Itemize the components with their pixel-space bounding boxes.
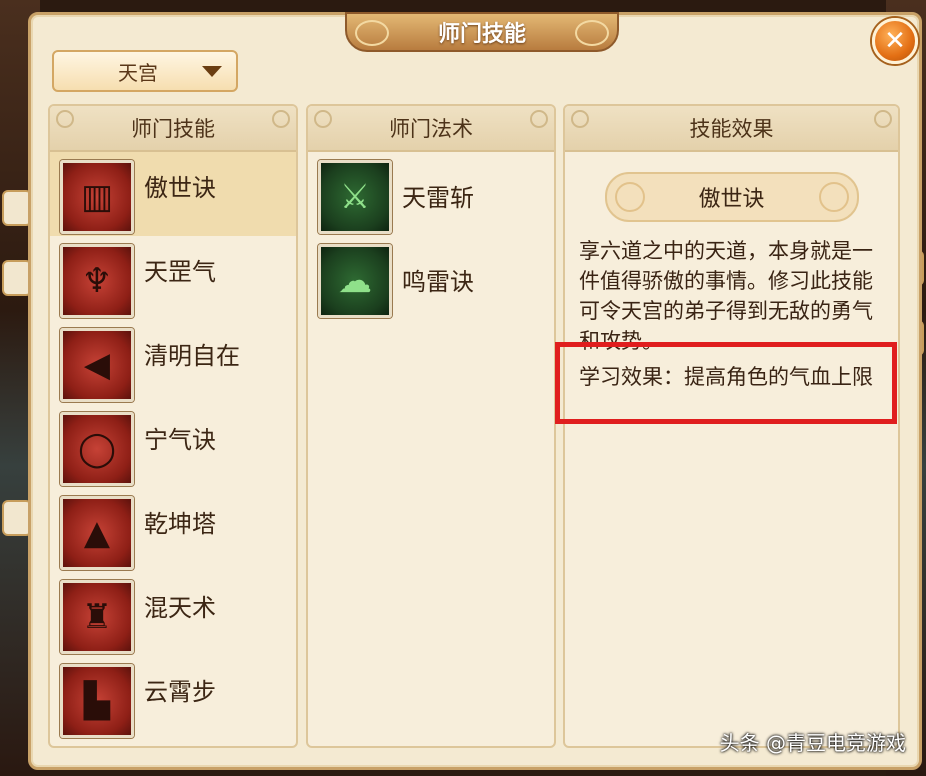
skill-item[interactable]: ▲ 乾坤塔 xyxy=(50,488,296,572)
spells-list: ⚔ 天雷斩 ☁ 鸣雷诀 xyxy=(308,152,554,320)
spells-panel-header: 师门法术 xyxy=(308,106,554,152)
skill-name: 宁气诀 xyxy=(144,426,216,454)
effect-skill-name: 傲世诀 xyxy=(604,172,859,222)
effect-description: 享六道之中的天道，本身就是一件值得骄傲的事情。修习此技能可令天宫的弟子得到无敌的… xyxy=(579,239,873,353)
skill-item[interactable]: ♜ 混天术 xyxy=(50,572,296,656)
thunder-blade-icon: ⚔ xyxy=(318,160,392,234)
skill-item[interactable]: ▙ 云霄步 xyxy=(50,656,296,740)
skill-name: 混天术 xyxy=(144,594,216,622)
close-icon: ✕ xyxy=(884,26,906,56)
spell-name: 鸣雷诀 xyxy=(402,268,474,296)
skill-item[interactable]: ♆ 天罡气 xyxy=(50,236,296,320)
school-dropdown[interactable]: 天宫 xyxy=(52,50,238,92)
pagoda-icon: ▲ xyxy=(60,496,134,570)
skill-item[interactable]: ◀ 清明自在 xyxy=(50,320,296,404)
spells-panel: 师门法术 ⚔ 天雷斩 ☁ 鸣雷诀 xyxy=(306,104,556,748)
skill-item[interactable]: ▥ 傲世诀 xyxy=(50,152,296,236)
orb-icon: ◯ xyxy=(60,412,134,486)
skill-name: 傲世诀 xyxy=(144,174,216,202)
window-title: 师门技能 xyxy=(345,12,619,52)
school-dropdown-value: 天宫 xyxy=(118,60,158,85)
scroll-icon: ▥ xyxy=(60,160,134,234)
effect-panel-header: 技能效果 xyxy=(565,106,898,152)
spell-item[interactable]: ⚔ 天雷斩 xyxy=(308,152,554,236)
spell-item[interactable]: ☁ 鸣雷诀 xyxy=(308,236,554,320)
skill-name: 天罡气 xyxy=(144,258,216,286)
watermark: 头条 @青豆电竞游戏 xyxy=(719,731,906,755)
skill-name: 云霄步 xyxy=(144,678,216,706)
skills-panel: 师门技能 ▥ 傲世诀 ♆ 天罡气 ◀ 清明自在 ◯ 宁气诀 ▲ 乾坤塔 ♜ 混天术 ▙ 云霄步 xyxy=(48,104,298,748)
spell-name: 天雷斩 xyxy=(402,184,474,212)
vase-icon: ♜ xyxy=(60,580,134,654)
skill-item[interactable]: ◯ 宁气诀 xyxy=(50,404,296,488)
skills-list: ▥ 傲世诀 ♆ 天罡气 ◀ 清明自在 ◯ 宁气诀 ▲ 乾坤塔 ♜ 混天术 ▙ 云霄步 xyxy=(50,152,296,740)
effect-panel: 技能效果 傲世诀 享六道之中的天道，本身就是一件值得骄傲的事情。修习此技能可令天… xyxy=(563,104,900,748)
chevron-down-icon xyxy=(202,65,222,77)
highlight-annotation xyxy=(555,342,897,424)
boot-icon: ▙ xyxy=(60,664,134,738)
warrior-icon: ♆ xyxy=(60,244,134,318)
skill-name: 乾坤塔 xyxy=(144,510,216,538)
horn-icon: ◀ xyxy=(60,328,134,402)
close-button[interactable]: ✕ xyxy=(872,18,918,64)
skills-panel-header: 师门技能 xyxy=(50,106,296,152)
cloud-lightning-icon: ☁ xyxy=(318,244,392,318)
skill-name: 清明自在 xyxy=(144,342,240,370)
